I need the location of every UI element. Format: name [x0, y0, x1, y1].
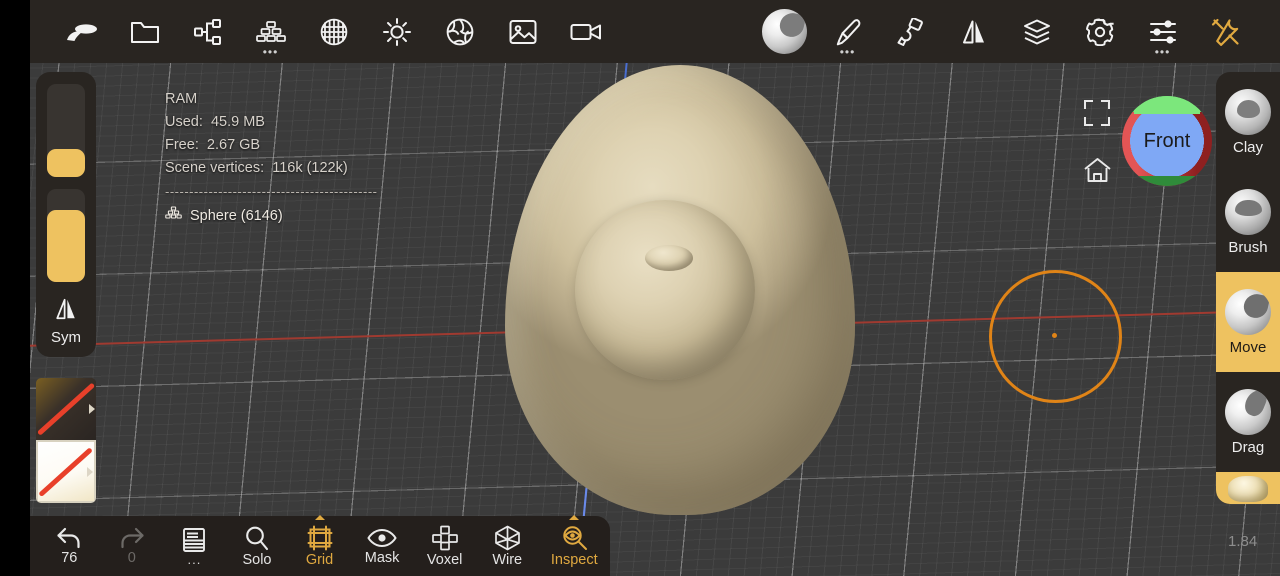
clay-tool-label: Clay — [1232, 138, 1263, 156]
viewcube-top-face — [1133, 96, 1201, 114]
redo-count: 0 — [127, 549, 136, 566]
model-dome — [575, 200, 755, 380]
material-swatch[interactable] — [36, 378, 96, 440]
mirror-icon — [54, 297, 78, 326]
grid-toggle[interactable]: Grid — [288, 515, 351, 576]
grid-label: Grid — [305, 551, 334, 568]
left-sidebar: Sym — [36, 72, 96, 357]
wire-label: Wire — [492, 551, 523, 568]
view-cube[interactable]: Front — [1122, 96, 1212, 186]
layers-list-button[interactable]: ... — [163, 516, 226, 576]
color-swatch-disabled-slash — [38, 446, 94, 497]
wire-toggle[interactable]: Wire — [476, 516, 539, 576]
grid-caret-icon — [314, 515, 325, 520]
move-tool-icon — [1225, 288, 1271, 335]
logo-icon[interactable] — [50, 0, 113, 63]
app-version-label: 1.84 — [1228, 533, 1258, 550]
mask-toggle[interactable]: Mask — [351, 516, 414, 576]
material-swatch-disabled-slash — [36, 382, 96, 436]
paint-more-dots: ••• — [839, 45, 856, 59]
crumple-tool-icon — [1228, 476, 1268, 502]
voxel-toggle[interactable]: Voxel — [413, 516, 476, 576]
app-root: RAM Used: 45.9 MB Free: 2.67 GB Scene ve… — [0, 0, 1280, 576]
stack-more-dots: ••• — [262, 45, 279, 59]
solo-label: Solo — [242, 551, 272, 568]
brush-tool[interactable]: Brush — [1216, 172, 1280, 272]
mirror-icon[interactable] — [942, 0, 1005, 63]
top-toolbar-left-group: ••• — [50, 0, 617, 63]
model-nub — [645, 245, 693, 271]
symmetry-button[interactable]: Sym — [36, 290, 96, 352]
frame-selection-icon[interactable] — [1083, 99, 1111, 127]
3d-viewport[interactable]: RAM Used: 45.9 MB Free: 2.67 GB Scene ve… — [30, 0, 1280, 576]
viewcube-bottom-face — [1134, 176, 1200, 186]
sliders-more-dots: ••• — [1154, 45, 1171, 59]
next-tool-partial[interactable] — [1216, 472, 1280, 504]
color-swatch-arrow-icon — [87, 466, 93, 477]
intensity-slider-fill — [47, 210, 85, 282]
redo-button[interactable]: 0 — [101, 516, 164, 576]
intensity-slider[interactable] — [47, 189, 85, 282]
swatch-panel — [36, 378, 96, 503]
drag-tool-label: Drag — [1231, 438, 1265, 456]
sliders-icon[interactable]: ••• — [1131, 0, 1194, 63]
voxel-label: Voxel — [426, 551, 463, 568]
home-icon[interactable] — [1083, 157, 1112, 183]
top-toolbar-right-group: ••• ••• — [753, 0, 1257, 63]
gear-icon[interactable] — [1068, 0, 1131, 63]
brush-tool-icon — [1225, 188, 1271, 235]
aperture-icon[interactable] — [428, 0, 491, 63]
matcap-ball-icon[interactable] — [753, 0, 816, 63]
image-icon[interactable] — [491, 0, 554, 63]
material-swatch-arrow-icon — [89, 404, 95, 414]
brush-tool-label: Brush — [1228, 238, 1268, 256]
color-swatch[interactable] — [36, 440, 96, 503]
tools-icon[interactable] — [1194, 0, 1257, 63]
folder-icon[interactable] — [113, 0, 176, 63]
radius-slider-fill — [47, 149, 85, 177]
stack-icon[interactable]: ••• — [239, 0, 302, 63]
inspect-toggle[interactable]: Inspect — [539, 515, 611, 576]
share-icon[interactable] — [176, 0, 239, 63]
move-tool[interactable]: Move — [1216, 272, 1280, 372]
clay-tool-icon — [1225, 88, 1271, 135]
layers-icon[interactable] — [1005, 0, 1068, 63]
viewcube-label: Front — [1143, 129, 1191, 152]
undo-count: 76 — [61, 549, 78, 566]
radius-slider[interactable] — [47, 84, 85, 177]
brush-cursor-center-dot — [1052, 333, 1057, 338]
mask-label: Mask — [364, 549, 400, 566]
layers-list-more-dots: ... — [187, 551, 202, 567]
clay-tool[interactable]: Clay — [1216, 72, 1280, 172]
inspect-label: Inspect — [550, 551, 598, 568]
paint-brush-icon[interactable]: ••• — [816, 0, 879, 63]
matcap-preview — [762, 9, 807, 54]
undo-button[interactable]: 76 — [38, 516, 101, 576]
fill-brush-icon[interactable] — [879, 0, 942, 63]
right-sidebar: Clay Brush Move Drag — [1216, 72, 1280, 504]
solo-toggle[interactable]: Solo — [226, 516, 289, 576]
sculpt-model[interactable] — [480, 40, 880, 540]
camera-icon[interactable] — [554, 0, 617, 63]
bottom-toolbar: 76 0 ... Solo Grid Mask Voxel Wire Inspe… — [30, 515, 611, 576]
symmetry-label: Sym — [51, 328, 81, 346]
lighting-icon[interactable] — [365, 0, 428, 63]
inspect-caret-icon — [569, 515, 580, 520]
drag-tool[interactable]: Drag — [1216, 372, 1280, 472]
top-toolbar: ••• ••• ••• — [30, 0, 1280, 63]
drag-tool-icon — [1225, 388, 1271, 435]
move-tool-label: Move — [1229, 338, 1267, 356]
topology-icon[interactable] — [302, 0, 365, 63]
